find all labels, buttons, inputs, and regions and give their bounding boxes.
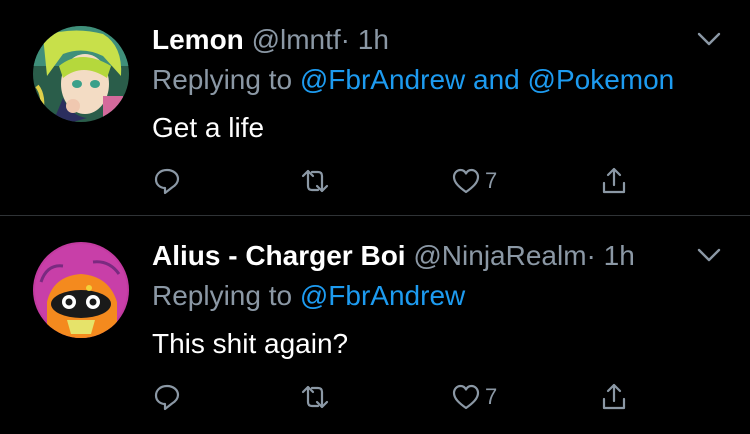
like-count: 7 [485,168,498,193]
tweet[interactable]: Lemon @lmntf· 1h Replying to @FbrAndrew … [0,0,750,216]
display-name[interactable]: Alius - Charger Boi [152,240,406,271]
reply-icon [154,384,180,411]
tweet-actions: 7 [152,164,652,198]
chevron-down-icon[interactable] [696,30,722,48]
share-icon [602,383,626,410]
reply-button[interactable] [152,380,182,414]
replying-to: Replying to @FbrAndrew [152,280,465,312]
retweet-button[interactable] [300,380,330,414]
share-icon [602,167,626,194]
retweet-icon [301,385,329,409]
timestamp[interactable]: 1h [604,240,635,271]
mention-link[interactable]: @FbrAndrew [300,280,465,311]
like-count: 7 [485,384,498,409]
share-button[interactable] [599,164,629,198]
tweet[interactable]: Alius - Charger Boi @NinjaRealm· 1h Repl… [0,216,750,434]
like-icon [452,168,480,194]
like-icon [452,384,480,410]
separator-dot: · [340,24,350,55]
avatar[interactable] [33,242,129,338]
replying-to-label: Replying to [152,64,293,95]
replying-to-label: Replying to [152,280,293,311]
chevron-down-icon[interactable] [696,246,722,264]
like-button[interactable]: 7 [451,164,497,198]
replying-to: Replying to @FbrAndrew and @Pokemon [152,64,674,96]
timestamp[interactable]: 1h [358,24,389,55]
mention-joiner: and [473,64,520,95]
display-name[interactable]: Lemon [152,24,244,55]
retweet-button[interactable] [300,164,330,198]
user-handle[interactable]: @lmntf [252,24,341,55]
avatar[interactable] [33,26,129,122]
retweet-icon [301,169,329,193]
tweet-text: This shit again? [152,328,349,359]
user-handle[interactable]: @NinjaRealm [413,240,586,271]
like-button[interactable]: 7 [451,380,497,414]
share-button[interactable] [599,380,629,414]
tweet-header: Alius - Charger Boi @NinjaRealm· 1h [152,240,635,272]
mention-link[interactable]: @Pokemon [528,64,675,95]
reply-icon [154,168,180,195]
reply-button[interactable] [152,164,182,198]
tweet-text: Get a life [152,112,265,143]
separator-dot: · [586,240,596,271]
tweet-actions: 7 [152,380,652,414]
tweet-header: Lemon @lmntf· 1h [152,24,389,56]
mention-link[interactable]: @FbrAndrew [300,64,465,95]
